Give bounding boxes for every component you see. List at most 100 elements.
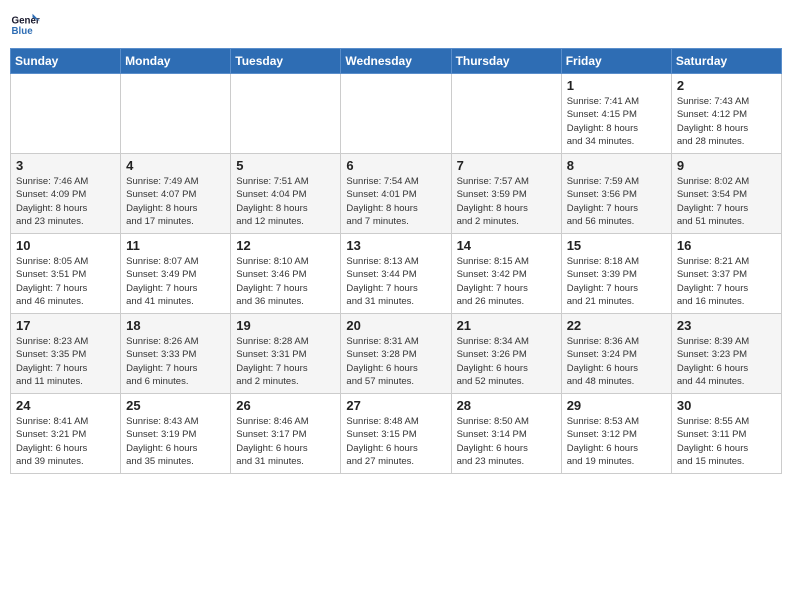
calendar-cell: 16 Sunrise: 8:21 AM Sunset: 3:37 PM Dayli… bbox=[671, 234, 781, 314]
day-number: 4 bbox=[126, 158, 225, 173]
week-row-1: 3Sunrise: 7:46 AM Sunset: 4:09 PM Daylig… bbox=[11, 154, 782, 234]
day-number: 8 bbox=[567, 158, 666, 173]
day-number: 30 bbox=[677, 398, 776, 413]
week-row-3: 17Sunrise: 8:23 AM Sunset: 3:35 PM Dayli… bbox=[11, 314, 782, 394]
day-number: 25 bbox=[126, 398, 225, 413]
calendar-cell: 11 Sunrise: 8:07 AM Sunset: 3:49 PM Dayli… bbox=[121, 234, 231, 314]
day-info: Sunrise: 8:15 AM Sunset: 3:42 PM Dayligh… bbox=[457, 255, 556, 308]
day-info: Sunrise: 8:18 AM Sunset: 3:39 PM Dayligh… bbox=[567, 255, 666, 308]
day-number: 16 bbox=[677, 238, 776, 253]
calendar-cell: 19 Sunrise: 8:28 AM Sunset: 3:31 PM Dayli… bbox=[231, 314, 341, 394]
calendar-cell: 8 Sunrise: 7:59 AM Sunset: 3:56 PM Daylig… bbox=[561, 154, 671, 234]
day-header-tuesday: Tuesday bbox=[231, 49, 341, 74]
calendar-cell: 4 Sunrise: 7:49 AM Sunset: 4:07 PM Daylig… bbox=[121, 154, 231, 234]
calendar-cell: 27 Sunrise: 8:48 AM Sunset: 3:15 PM Dayli… bbox=[341, 394, 451, 474]
calendar-cell: 24 Sunrise: 8:41 AM Sunset: 3:21 PM Dayli… bbox=[11, 394, 121, 474]
calendar-cell bbox=[231, 74, 341, 154]
day-number: 20 bbox=[346, 318, 445, 333]
calendar-cell bbox=[121, 74, 231, 154]
day-info: Sunrise: 8:21 AM Sunset: 3:37 PM Dayligh… bbox=[677, 255, 776, 308]
day-number: 27 bbox=[346, 398, 445, 413]
day-info: Sunrise: 8:39 AM Sunset: 3:23 PM Dayligh… bbox=[677, 335, 776, 388]
day-number: 21 bbox=[457, 318, 556, 333]
day-info: Sunrise: 8:10 AM Sunset: 3:46 PM Dayligh… bbox=[236, 255, 335, 308]
day-header-friday: Friday bbox=[561, 49, 671, 74]
day-info: Sunrise: 8:26 AM Sunset: 3:33 PM Dayligh… bbox=[126, 335, 225, 388]
day-number: 29 bbox=[567, 398, 666, 413]
day-info: Sunrise: 7:51 AM Sunset: 4:04 PM Dayligh… bbox=[236, 175, 335, 228]
day-number: 23 bbox=[677, 318, 776, 333]
day-number: 19 bbox=[236, 318, 335, 333]
day-header-monday: Monday bbox=[121, 49, 231, 74]
day-header-thursday: Thursday bbox=[451, 49, 561, 74]
day-header-sunday: Sunday bbox=[11, 49, 121, 74]
svg-text:Blue: Blue bbox=[12, 26, 34, 37]
day-info: Sunrise: 7:43 AM Sunset: 4:12 PM Dayligh… bbox=[677, 95, 776, 148]
header: General Blue bbox=[10, 10, 782, 40]
day-info: Sunrise: 8:05 AM Sunset: 3:51 PM Dayligh… bbox=[16, 255, 115, 308]
calendar-cell: 3Sunrise: 7:46 AM Sunset: 4:09 PM Daylig… bbox=[11, 154, 121, 234]
calendar-cell: 5 Sunrise: 7:51 AM Sunset: 4:04 PM Daylig… bbox=[231, 154, 341, 234]
calendar-cell: 23 Sunrise: 8:39 AM Sunset: 3:23 PM Dayli… bbox=[671, 314, 781, 394]
calendar-cell: 21 Sunrise: 8:34 AM Sunset: 3:26 PM Dayli… bbox=[451, 314, 561, 394]
calendar-cell: 20 Sunrise: 8:31 AM Sunset: 3:28 PM Dayli… bbox=[341, 314, 451, 394]
day-info: Sunrise: 8:55 AM Sunset: 3:11 PM Dayligh… bbox=[677, 415, 776, 468]
day-info: Sunrise: 7:59 AM Sunset: 3:56 PM Dayligh… bbox=[567, 175, 666, 228]
calendar-cell: 18 Sunrise: 8:26 AM Sunset: 3:33 PM Dayli… bbox=[121, 314, 231, 394]
day-number: 15 bbox=[567, 238, 666, 253]
logo: General Blue bbox=[10, 10, 40, 40]
calendar-cell bbox=[341, 74, 451, 154]
week-row-0: 1 Sunrise: 7:41 AM Sunset: 4:15 PM Daylig… bbox=[11, 74, 782, 154]
calendar-cell: 13 Sunrise: 8:13 AM Sunset: 3:44 PM Dayli… bbox=[341, 234, 451, 314]
day-number: 5 bbox=[236, 158, 335, 173]
calendar-cell: 14Sunrise: 8:15 AM Sunset: 3:42 PM Dayli… bbox=[451, 234, 561, 314]
day-number: 28 bbox=[457, 398, 556, 413]
calendar-cell: 22Sunrise: 8:36 AM Sunset: 3:24 PM Dayli… bbox=[561, 314, 671, 394]
calendar-cell: 12 Sunrise: 8:10 AM Sunset: 3:46 PM Dayli… bbox=[231, 234, 341, 314]
calendar-cell: 7Sunrise: 7:57 AM Sunset: 3:59 PM Daylig… bbox=[451, 154, 561, 234]
day-number: 18 bbox=[126, 318, 225, 333]
calendar-cell: 30 Sunrise: 8:55 AM Sunset: 3:11 PM Dayli… bbox=[671, 394, 781, 474]
day-info: Sunrise: 8:23 AM Sunset: 3:35 PM Dayligh… bbox=[16, 335, 115, 388]
day-header-wednesday: Wednesday bbox=[341, 49, 451, 74]
logo-icon: General Blue bbox=[10, 10, 40, 40]
week-row-4: 24 Sunrise: 8:41 AM Sunset: 3:21 PM Dayli… bbox=[11, 394, 782, 474]
day-number: 26 bbox=[236, 398, 335, 413]
day-info: Sunrise: 8:53 AM Sunset: 3:12 PM Dayligh… bbox=[567, 415, 666, 468]
day-info: Sunrise: 8:07 AM Sunset: 3:49 PM Dayligh… bbox=[126, 255, 225, 308]
day-number: 3 bbox=[16, 158, 115, 173]
calendar-cell: 1 Sunrise: 7:41 AM Sunset: 4:15 PM Daylig… bbox=[561, 74, 671, 154]
calendar-cell: 10 Sunrise: 8:05 AM Sunset: 3:51 PM Dayli… bbox=[11, 234, 121, 314]
calendar-cell: 6Sunrise: 7:54 AM Sunset: 4:01 PM Daylig… bbox=[341, 154, 451, 234]
day-info: Sunrise: 7:49 AM Sunset: 4:07 PM Dayligh… bbox=[126, 175, 225, 228]
day-info: Sunrise: 8:31 AM Sunset: 3:28 PM Dayligh… bbox=[346, 335, 445, 388]
day-number: 2 bbox=[677, 78, 776, 93]
day-info: Sunrise: 8:41 AM Sunset: 3:21 PM Dayligh… bbox=[16, 415, 115, 468]
calendar-cell: 29 Sunrise: 8:53 AM Sunset: 3:12 PM Dayli… bbox=[561, 394, 671, 474]
day-info: Sunrise: 8:28 AM Sunset: 3:31 PM Dayligh… bbox=[236, 335, 335, 388]
day-info: Sunrise: 8:34 AM Sunset: 3:26 PM Dayligh… bbox=[457, 335, 556, 388]
day-info: Sunrise: 8:13 AM Sunset: 3:44 PM Dayligh… bbox=[346, 255, 445, 308]
day-number: 11 bbox=[126, 238, 225, 253]
calendar-header-row: SundayMondayTuesdayWednesdayThursdayFrid… bbox=[11, 49, 782, 74]
day-number: 9 bbox=[677, 158, 776, 173]
day-info: Sunrise: 8:43 AM Sunset: 3:19 PM Dayligh… bbox=[126, 415, 225, 468]
calendar-cell bbox=[11, 74, 121, 154]
calendar-table: SundayMondayTuesdayWednesdayThursdayFrid… bbox=[10, 48, 782, 474]
day-number: 13 bbox=[346, 238, 445, 253]
day-number: 6 bbox=[346, 158, 445, 173]
calendar-cell bbox=[451, 74, 561, 154]
day-number: 7 bbox=[457, 158, 556, 173]
calendar-cell: 26Sunrise: 8:46 AM Sunset: 3:17 PM Dayli… bbox=[231, 394, 341, 474]
day-number: 22 bbox=[567, 318, 666, 333]
calendar-cell: 17Sunrise: 8:23 AM Sunset: 3:35 PM Dayli… bbox=[11, 314, 121, 394]
day-info: Sunrise: 8:48 AM Sunset: 3:15 PM Dayligh… bbox=[346, 415, 445, 468]
calendar-cell: 9Sunrise: 8:02 AM Sunset: 3:54 PM Daylig… bbox=[671, 154, 781, 234]
day-number: 12 bbox=[236, 238, 335, 253]
day-number: 10 bbox=[16, 238, 115, 253]
day-info: Sunrise: 7:41 AM Sunset: 4:15 PM Dayligh… bbox=[567, 95, 666, 148]
day-number: 1 bbox=[567, 78, 666, 93]
calendar-cell: 15 Sunrise: 8:18 AM Sunset: 3:39 PM Dayli… bbox=[561, 234, 671, 314]
day-info: Sunrise: 8:50 AM Sunset: 3:14 PM Dayligh… bbox=[457, 415, 556, 468]
day-number: 24 bbox=[16, 398, 115, 413]
